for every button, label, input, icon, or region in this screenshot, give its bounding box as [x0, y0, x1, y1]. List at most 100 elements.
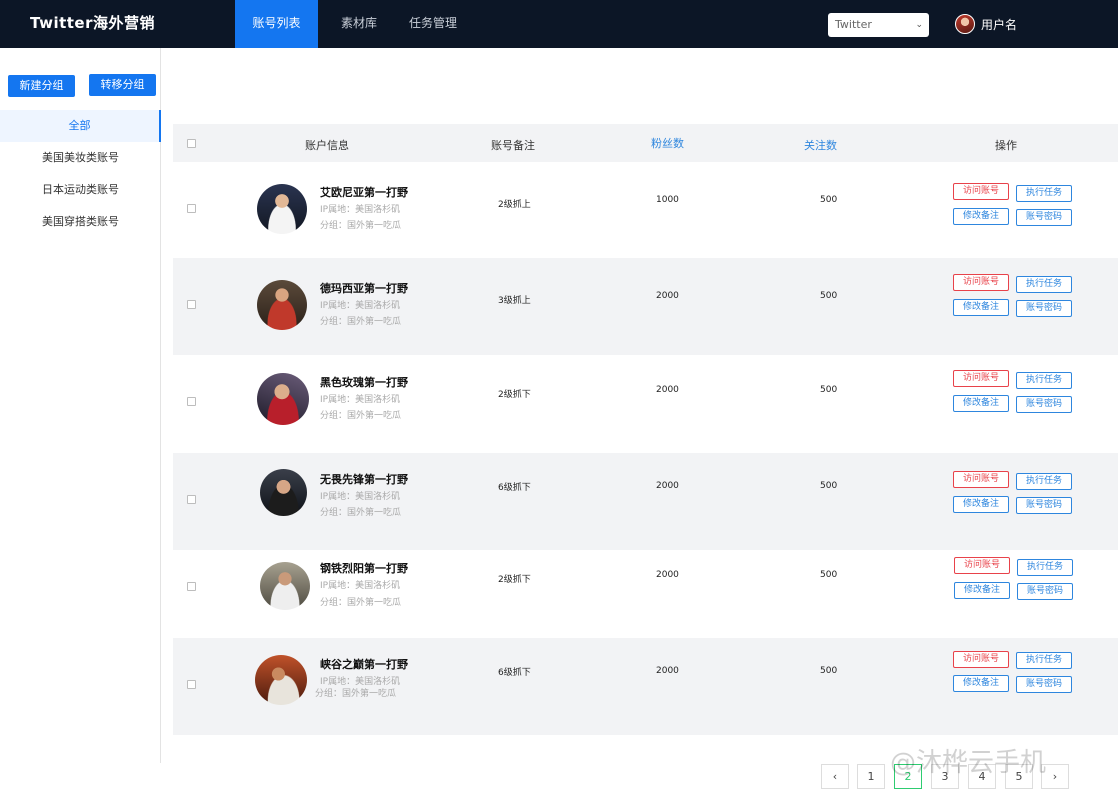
execute-task-button[interactable]: 执行任务: [1016, 652, 1072, 669]
top-navbar: Twitter海外营销 账号列表 素材库 任务管理 Twitter ⌄ 用户名: [0, 0, 1118, 48]
visit-account-button[interactable]: 访问账号: [953, 274, 1009, 291]
watermark: @沐桦云手机: [890, 748, 1047, 778]
account-name: 艾欧尼亚第一打野: [320, 186, 408, 199]
account-avatar: [257, 184, 307, 234]
execute-task-button[interactable]: 执行任务: [1016, 473, 1072, 490]
edit-remark-button[interactable]: 修改备注: [953, 395, 1009, 412]
edit-remark-button[interactable]: 修改备注: [953, 299, 1009, 316]
chevron-down-icon: ⌄: [915, 20, 923, 30]
edit-remark-button[interactable]: 修改备注: [954, 582, 1010, 599]
nav-tab-account-list[interactable]: 账号列表: [235, 0, 318, 48]
account-name: 黑色玫瑰第一打野: [320, 376, 408, 389]
account-ip: IP属地：美国洛杉矶: [320, 301, 401, 311]
row-checkbox[interactable]: [187, 495, 196, 504]
follows-count: 500: [820, 570, 838, 580]
fans-count: 2000: [656, 291, 679, 301]
user-menu[interactable]: 用户名: [955, 13, 1017, 35]
follows-count: 500: [820, 195, 838, 205]
edit-remark-button[interactable]: 修改备注: [953, 675, 1009, 692]
table-row: 德玛西亚第一打野 IP属地：美国洛杉矶 分组：国外第一吃瓜 3级抓上 2000 …: [173, 258, 1118, 355]
account-password-button[interactable]: 账号密码: [1016, 676, 1072, 693]
account-remark: 2级抓下: [498, 390, 531, 400]
move-group-button[interactable]: 转移分组: [89, 74, 156, 96]
account-group: 分组：国外第一吃瓜: [315, 689, 397, 699]
platform-select[interactable]: Twitter ⌄: [828, 13, 929, 37]
account-password-button[interactable]: 账号密码: [1017, 583, 1073, 600]
fans-count: 1000: [656, 195, 679, 205]
nav-tab-task-management[interactable]: 任务管理: [400, 0, 466, 48]
follows-count: 500: [820, 291, 838, 301]
account-group: 分组：国外第一吃瓜: [320, 317, 402, 327]
account-ip: IP属地：美国洛杉矶: [320, 581, 401, 591]
platform-select-value: Twitter: [835, 18, 872, 31]
edit-remark-button[interactable]: 修改备注: [953, 208, 1009, 225]
row-checkbox[interactable]: [187, 680, 196, 689]
execute-task-button[interactable]: 执行任务: [1016, 372, 1072, 389]
fans-count: 2000: [656, 666, 679, 676]
account-group: 分组：国外第一吃瓜: [320, 411, 402, 421]
table-row: 艾欧尼亚第一打野 IP属地：美国洛杉矶 分组：国外第一吃瓜 2级抓上 1000 …: [173, 162, 1118, 259]
edit-remark-button[interactable]: 修改备注: [953, 496, 1009, 513]
brand-logo: Twitter海外营销: [30, 14, 155, 32]
nav-tab-material-library[interactable]: 素材库: [329, 0, 389, 48]
table-row: 黑色玫瑰第一打野 IP属地：美国洛杉矶 分组：国外第一吃瓜 2级抓下 2000 …: [173, 355, 1118, 452]
account-remark: 6级抓下: [498, 483, 531, 493]
visit-account-button[interactable]: 访问账号: [953, 183, 1009, 200]
account-remark: 2级抓上: [498, 200, 531, 210]
page-button-1[interactable]: 1: [857, 764, 885, 789]
group-item-all[interactable]: 全部: [0, 110, 161, 142]
row-checkbox[interactable]: [187, 397, 196, 406]
account-avatar: [260, 469, 307, 516]
fans-count: 2000: [656, 385, 679, 395]
group-item-us-fashion[interactable]: 美国穿搭类账号: [0, 206, 161, 238]
execute-task-button[interactable]: 执行任务: [1016, 276, 1072, 293]
header-account-info: 账户信息: [305, 139, 349, 152]
account-avatar: [255, 655, 307, 705]
fans-count: 2000: [656, 570, 679, 580]
account-group: 分组：国外第一吃瓜: [320, 221, 402, 231]
execute-task-button[interactable]: 执行任务: [1016, 185, 1072, 202]
account-name: 钢铁烈阳第一打野: [320, 562, 408, 575]
visit-account-button[interactable]: 访问账号: [953, 651, 1009, 668]
account-ip: IP属地：美国洛杉矶: [320, 205, 401, 215]
header-fans-sort[interactable]: 粉丝数: [651, 135, 684, 151]
follows-count: 500: [820, 666, 838, 676]
row-checkbox[interactable]: [187, 582, 196, 591]
header-follows-sort[interactable]: 关注数: [804, 137, 837, 153]
header-remark: 账号备注: [491, 139, 535, 152]
table-row: 峡谷之巅第一打野 IP属地：美国洛杉矶 分组：国外第一吃瓜 6级抓下 2000 …: [173, 638, 1118, 735]
follows-count: 500: [820, 481, 838, 491]
account-password-button[interactable]: 账号密码: [1016, 497, 1072, 514]
chevron-left-icon[interactable]: ‹: [821, 764, 849, 789]
account-ip: IP属地：美国洛杉矶: [320, 492, 401, 502]
execute-task-button[interactable]: 执行任务: [1017, 559, 1073, 576]
visit-account-button[interactable]: 访问账号: [953, 471, 1009, 488]
account-password-button[interactable]: 账号密码: [1016, 396, 1072, 413]
account-avatar: [257, 280, 307, 330]
group-item-jp-sports[interactable]: 日本运动类账号: [0, 174, 161, 206]
account-name: 无畏先锋第一打野: [320, 473, 408, 486]
account-remark: 2级抓下: [498, 575, 531, 585]
table-row: 钢铁烈阳第一打野 IP属地：美国洛杉矶 分组：国外第一吃瓜 2级抓下 2000 …: [173, 550, 1118, 638]
select-all-checkbox[interactable]: [187, 139, 196, 148]
group-sidebar: 新建分组 转移分组 全部 美国美妆类账号 日本运动类账号 美国穿搭类账号: [0, 48, 161, 763]
account-name: 峡谷之巅第一打野: [320, 658, 408, 671]
follows-count: 500: [820, 385, 838, 395]
group-list: 全部 美国美妆类账号 日本运动类账号 美国穿搭类账号: [0, 110, 161, 238]
user-avatar: [955, 14, 975, 34]
account-avatar: [260, 562, 310, 610]
new-group-button[interactable]: 新建分组: [8, 75, 75, 97]
visit-account-button[interactable]: 访问账号: [953, 370, 1009, 387]
row-checkbox[interactable]: [187, 300, 196, 309]
row-checkbox[interactable]: [187, 204, 196, 213]
account-avatar: [257, 373, 309, 425]
account-password-button[interactable]: 账号密码: [1016, 300, 1072, 317]
username-label: 用户名: [981, 17, 1018, 32]
account-password-button[interactable]: 账号密码: [1016, 209, 1072, 226]
group-item-us-beauty[interactable]: 美国美妆类账号: [0, 142, 161, 174]
header-actions: 操作: [995, 139, 1017, 152]
visit-account-button[interactable]: 访问账号: [954, 557, 1010, 574]
fans-count: 2000: [656, 481, 679, 491]
account-name: 德玛西亚第一打野: [320, 282, 408, 295]
account-ip: IP属地：美国洛杉矶: [320, 395, 401, 405]
